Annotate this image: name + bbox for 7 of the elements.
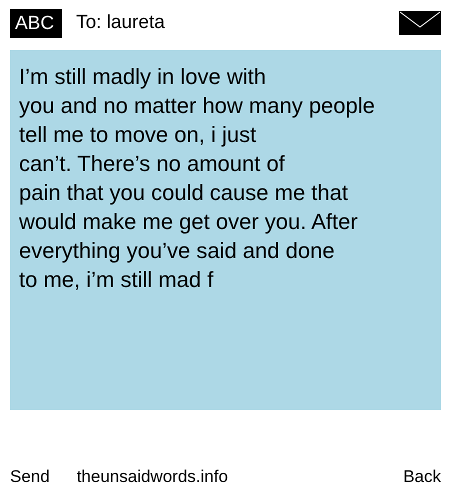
back-button[interactable]: Back [403,467,441,487]
send-button[interactable]: Send [10,467,50,487]
message-field[interactable]: I’m still madly in love with you and no matter how many people tell me to move on, i just can’t. There’s no amount of pain that you could cause me that would make me get over you. After everything you’ve said and done to me, i’m still mad f [10,50,441,410]
input-mode-badge: ABC [10,8,62,38]
site-url: theunsaidwords.info [76,467,229,487]
envelope-icon [399,11,441,35]
recipient-label: To: laureta [76,12,166,34]
